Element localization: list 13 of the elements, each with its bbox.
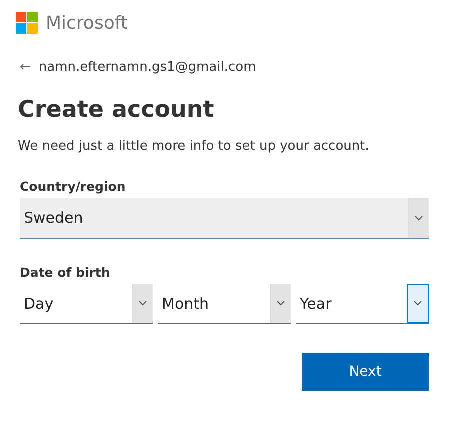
logo-icon bbox=[16, 12, 38, 34]
account-email: namn.efternamn.gs1@gmail.com bbox=[38, 60, 256, 75]
date-select[interactable]: Day bbox=[20, 284, 153, 324]
date-select[interactable]: Year bbox=[296, 284, 429, 324]
field-label: Country/region bbox=[20, 179, 127, 194]
intro-text: We need just a little more info to set up your account. bbox=[18, 138, 370, 156]
date-select[interactable]: Month bbox=[158, 284, 291, 324]
brand-name: Microsoft bbox=[46, 12, 128, 34]
page-heading: Create account bbox=[18, 97, 216, 123]
next-button[interactable]: Next bbox=[302, 353, 429, 391]
country-select[interactable]: Sweden bbox=[20, 198, 429, 239]
field-label: Date of birth bbox=[20, 265, 112, 280]
back-arrow[interactable]: ← bbox=[20, 60, 31, 75]
